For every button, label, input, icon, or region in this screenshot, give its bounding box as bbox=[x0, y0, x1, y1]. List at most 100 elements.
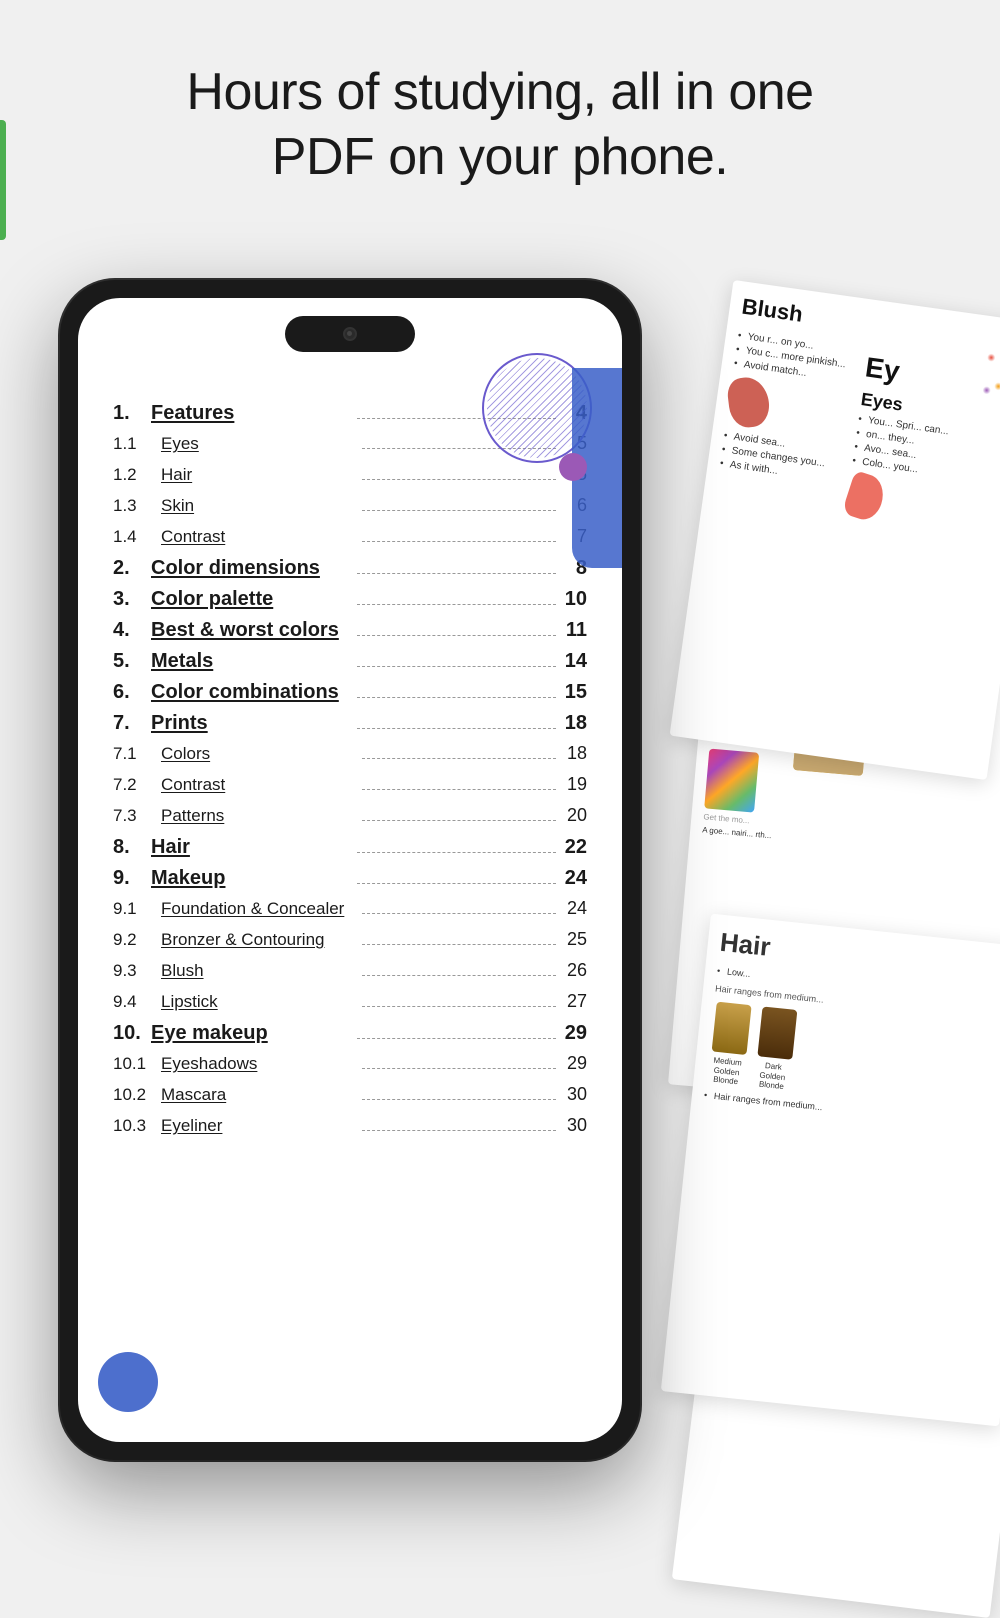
toc-item-7-2[interactable]: 7.2 Contrast 19 bbox=[113, 774, 587, 795]
toc-item-5[interactable]: 5. Metals 14 bbox=[113, 650, 587, 673]
toc-label: Lipstick bbox=[161, 992, 356, 1012]
toc-page: 29 bbox=[562, 1022, 587, 1045]
toc-item-9[interactable]: 9. Makeup 24 bbox=[113, 867, 587, 890]
toc-dots bbox=[362, 758, 557, 759]
toc-label: Colors bbox=[161, 744, 356, 764]
table-of-contents: 1. Features 4 1.1 Eyes 5 1.2 Hair 5 bbox=[78, 368, 622, 1442]
toc-label: Contrast bbox=[161, 775, 356, 795]
deco-circle-purple bbox=[559, 453, 587, 481]
toc-label: Best & worst colors bbox=[151, 619, 351, 642]
toc-num: 1.4 bbox=[113, 527, 161, 547]
toc-num: 1.2 bbox=[113, 465, 161, 485]
toc-label: Hair bbox=[151, 836, 351, 859]
toc-item-9-2[interactable]: 9.2 Bronzer & Contouring 25 bbox=[113, 929, 587, 950]
toc-label: Features bbox=[151, 402, 351, 425]
green-accent-bar bbox=[0, 120, 6, 240]
toc-page: 10 bbox=[562, 588, 587, 611]
toc-dots bbox=[357, 697, 557, 698]
toc-item-8[interactable]: 8. Hair 22 bbox=[113, 836, 587, 859]
doc-page-hair: Hair Low... Hair ranges from medium... M… bbox=[661, 914, 1000, 1427]
dots-pattern bbox=[974, 345, 1000, 407]
toc-item-1-4[interactable]: 1.4 Contrast 7 bbox=[113, 526, 587, 547]
toc-page: 26 bbox=[562, 960, 587, 981]
toc-item-10[interactable]: 10. Eye makeup 29 bbox=[113, 1022, 587, 1045]
toc-label: Contrast bbox=[161, 527, 356, 547]
toc-item-1-3[interactable]: 1.3 Skin 6 bbox=[113, 495, 587, 516]
toc-item-10-3[interactable]: 10.3 Eyeliner 30 bbox=[113, 1115, 587, 1136]
toc-item-10-2[interactable]: 10.2 Mascara 30 bbox=[113, 1084, 587, 1105]
toc-dots bbox=[362, 820, 557, 821]
toc-item-2[interactable]: 2. Color dimensions 8 bbox=[113, 557, 587, 580]
toc-item-6[interactable]: 6. Color combinations 15 bbox=[113, 681, 587, 704]
toc-label: Hair bbox=[161, 465, 356, 485]
toc-dots bbox=[357, 1038, 557, 1039]
toc-label: Bronzer & Contouring bbox=[161, 930, 356, 950]
toc-item-9-3[interactable]: 9.3 Blush 26 bbox=[113, 960, 587, 981]
doc-page-blush: Blush You r... on yo... You c... more pi… bbox=[670, 280, 1000, 780]
toc-dots bbox=[357, 573, 557, 574]
hair-swatch-label: Dark Golden Blonde bbox=[751, 1060, 794, 1093]
toc-num: 3. bbox=[113, 588, 151, 611]
toc-item-9-4[interactable]: 9.4 Lipstick 27 bbox=[113, 991, 587, 1012]
toc-page: 24 bbox=[562, 867, 587, 890]
toc-label: Eye makeup bbox=[151, 1022, 351, 1045]
toc-dots bbox=[362, 1099, 557, 1100]
toc-num: 9. bbox=[113, 867, 151, 890]
toc-dots bbox=[362, 541, 557, 542]
toc-item-4[interactable]: 4. Best & worst colors 11 bbox=[113, 619, 587, 642]
toc-num: 10. bbox=[113, 1022, 151, 1045]
toc-dots bbox=[362, 1006, 557, 1007]
toc-num: 7. bbox=[113, 712, 151, 735]
bottom-circle-deco bbox=[98, 1352, 158, 1412]
toc-page: 24 bbox=[562, 898, 587, 919]
toc-dots bbox=[362, 789, 557, 790]
toc-num: 9.4 bbox=[113, 992, 161, 1012]
toc-label: Makeup bbox=[151, 867, 351, 890]
toc-num: 1. bbox=[113, 402, 151, 425]
toc-page: 25 bbox=[562, 929, 587, 950]
toc-page: 30 bbox=[562, 1084, 587, 1105]
toc-dots bbox=[357, 635, 557, 636]
toc-page: 30 bbox=[562, 1115, 587, 1136]
toc-dots bbox=[357, 604, 557, 605]
toc-num: 6. bbox=[113, 681, 151, 704]
toc-num: 7.2 bbox=[113, 775, 161, 795]
toc-label: Metals bbox=[151, 650, 351, 673]
toc-num: 1.3 bbox=[113, 496, 161, 516]
toc-page: 14 bbox=[562, 650, 587, 673]
toc-dots bbox=[357, 883, 557, 884]
phone-frame: 1. Features 4 1.1 Eyes 5 1.2 Hair 5 bbox=[60, 280, 640, 1460]
toc-dots bbox=[362, 975, 557, 976]
toc-label: Patterns bbox=[161, 806, 356, 826]
toc-dots bbox=[357, 666, 557, 667]
toc-dots bbox=[362, 479, 557, 480]
toc-num: 5. bbox=[113, 650, 151, 673]
toc-item-9-1[interactable]: 9.1 Foundation & Concealer 24 bbox=[113, 898, 587, 919]
toc-dots bbox=[362, 1068, 557, 1069]
toc-page: 18 bbox=[562, 743, 587, 764]
toc-page: 22 bbox=[562, 836, 587, 859]
background-documents: Blush You r... on yo... You c... more pi… bbox=[580, 280, 1000, 1460]
toc-dots bbox=[362, 510, 557, 511]
toc-dots bbox=[362, 913, 557, 914]
toc-item-7-3[interactable]: 7.3 Patterns 20 bbox=[113, 805, 587, 826]
toc-page: 29 bbox=[562, 1053, 587, 1074]
toc-item-10-1[interactable]: 10.1 Eyeshadows 29 bbox=[113, 1053, 587, 1074]
toc-page: 11 bbox=[562, 619, 587, 642]
toc-label: Mascara bbox=[161, 1085, 356, 1105]
phone-screen: 1. Features 4 1.1 Eyes 5 1.2 Hair 5 bbox=[78, 298, 622, 1442]
toc-num: 1.1 bbox=[113, 434, 161, 454]
toc-item-1-2[interactable]: 1.2 Hair 5 bbox=[113, 464, 587, 485]
toc-dots bbox=[357, 728, 557, 729]
toc-label: Color palette bbox=[151, 588, 351, 611]
toc-item-3[interactable]: 3. Color palette 10 bbox=[113, 588, 587, 611]
toc-num: 10.3 bbox=[113, 1116, 161, 1136]
toc-label: Prints bbox=[151, 712, 351, 735]
toc-label: Eyes bbox=[161, 434, 356, 454]
toc-num: 4. bbox=[113, 619, 151, 642]
toc-item-7[interactable]: 7. Prints 18 bbox=[113, 712, 587, 735]
toc-label: Color dimensions bbox=[151, 557, 351, 580]
toc-item-7-1[interactable]: 7.1 Colors 18 bbox=[113, 743, 587, 764]
toc-num: 2. bbox=[113, 557, 151, 580]
toc-label: Eyeshadows bbox=[161, 1054, 356, 1074]
